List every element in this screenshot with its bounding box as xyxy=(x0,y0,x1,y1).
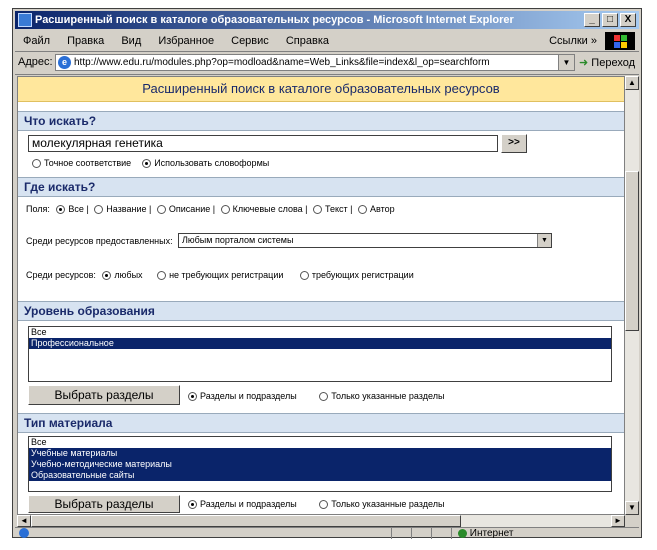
list-item[interactable]: Образовательные сайты xyxy=(29,470,611,481)
search-input-value: молекулярная генетика xyxy=(32,136,163,150)
label-field-title: Название xyxy=(106,204,147,214)
radio-level-only[interactable] xyxy=(319,392,329,402)
scroll-right-icon[interactable]: ► xyxy=(611,515,625,527)
section-where-title: Где искать? xyxy=(18,177,624,197)
section-what-title: Что искать? xyxy=(18,111,624,131)
label-level-subsections: Разделы и подразделы xyxy=(200,391,297,401)
windows-logo-icon xyxy=(605,32,635,50)
label-word-forms: Использовать словоформы xyxy=(154,158,270,168)
links-button[interactable]: Ссылки » xyxy=(549,31,597,51)
horizontal-scrollbar[interactable]: ◄ ► xyxy=(17,515,625,527)
radio-exact-match[interactable] xyxy=(32,159,41,169)
search-submit-button[interactable]: >> xyxy=(501,134,527,153)
address-bar: Адрес: e http://www.edu.ru/modules.php?o… xyxy=(15,52,639,75)
label-material-only: Только указанные разделы xyxy=(331,499,445,509)
section-material-title: Тип материала xyxy=(18,413,624,433)
resources-options: Среди ресурсов: любых не требующих регис… xyxy=(26,270,414,281)
label-resources-no-registration: не требующих регистрации xyxy=(169,270,284,280)
scroll-left-icon[interactable]: ◄ xyxy=(17,515,31,527)
list-item[interactable]: Учебные материалы xyxy=(29,448,611,459)
hscroll-thumb[interactable] xyxy=(31,515,461,527)
fields-options: Поля: Все | Название | Описание | Ключев… xyxy=(26,204,395,215)
radio-resources-registration[interactable] xyxy=(299,271,309,281)
go-button[interactable]: ➜ Переход xyxy=(579,56,635,69)
title-bar: Расширенный поиск в каталоге образовател… xyxy=(15,11,639,29)
scroll-thumb[interactable] xyxy=(625,171,639,331)
close-button[interactable]: X xyxy=(620,13,636,27)
globe-icon xyxy=(458,528,467,538)
scroll-down-icon[interactable]: ▼ xyxy=(625,501,639,515)
radio-material-only[interactable] xyxy=(319,500,329,510)
provider-select-value: Любым порталом системы xyxy=(182,235,294,245)
address-url: http://www.edu.ru/modules.php?op=modload… xyxy=(74,57,490,68)
label-resources-any: любых xyxy=(114,270,143,280)
address-input[interactable]: e http://www.edu.ru/modules.php?op=modlo… xyxy=(55,54,575,71)
label-field-author: Автор xyxy=(370,204,395,214)
radio-field-keywords[interactable] xyxy=(220,205,230,215)
browser-window: Расширенный поиск в каталоге образовател… xyxy=(12,8,642,540)
ie-page-icon xyxy=(18,13,32,27)
radio-material-subsections[interactable] xyxy=(188,500,197,510)
address-dropdown-icon[interactable]: ▼ xyxy=(558,55,574,70)
radio-field-all[interactable] xyxy=(56,205,66,215)
fields-label: Поля: xyxy=(26,204,50,214)
address-label: Адрес: xyxy=(18,56,53,68)
scroll-up-icon[interactable]: ▲ xyxy=(625,76,639,90)
status-zone-label: Интернет xyxy=(469,528,514,539)
match-options: Точное соответствие Использовать словофо… xyxy=(32,158,270,169)
level-scope-options: Разделы и подразделы Только указанные ра… xyxy=(188,391,445,402)
page-status-icon xyxy=(19,528,29,540)
label-level-only: Только указанные разделы xyxy=(331,391,445,401)
status-bar: Интернет xyxy=(15,527,639,540)
radio-resources-no-registration[interactable] xyxy=(157,271,167,281)
section-level-title: Уровень образования xyxy=(18,301,624,321)
menu-view[interactable]: Вид xyxy=(121,35,141,47)
list-item[interactable]: Все xyxy=(29,327,611,338)
ie-icon: e xyxy=(58,56,71,69)
radio-word-forms[interactable] xyxy=(142,159,152,169)
resources-label: Среди ресурсов: xyxy=(26,270,96,280)
menu-file[interactable]: Файл xyxy=(23,35,50,47)
radio-field-text[interactable] xyxy=(313,205,322,215)
label-resources-registration: требующих регистрации xyxy=(311,270,414,280)
label-field-description: Описание xyxy=(168,204,211,214)
menu-edit[interactable]: Правка xyxy=(67,35,104,47)
select-material-sections-button[interactable]: Выбрать разделы xyxy=(28,495,180,513)
minimize-button[interactable]: _ xyxy=(584,13,600,27)
menu-help[interactable]: Справка xyxy=(286,35,329,47)
menu-bar: Файл Правка Вид Избранное Сервис Справка… xyxy=(15,31,639,52)
page-content: Расширенный поиск в каталоге образовател… xyxy=(17,76,625,515)
label-exact-match: Точное соответствие xyxy=(44,158,132,168)
list-item[interactable]: Все xyxy=(29,437,611,448)
select-level-sections-button[interactable]: Выбрать разделы xyxy=(28,385,180,405)
label-material-subsections: Разделы и подразделы xyxy=(200,499,297,509)
maximize-button[interactable]: □ xyxy=(602,13,618,27)
label-field-text: Текст xyxy=(325,204,348,214)
vertical-scrollbar[interactable]: ▲ ▼ xyxy=(625,76,639,515)
menu-tools[interactable]: Сервис xyxy=(231,35,269,47)
radio-field-title[interactable] xyxy=(94,205,104,215)
list-item[interactable]: Профессиональное xyxy=(29,338,611,349)
chevron-down-icon[interactable]: ▼ xyxy=(537,234,551,247)
label-field-all: Все xyxy=(68,204,84,214)
provided-label: Среди ресурсов предоставленных: xyxy=(26,236,173,246)
radio-resources-any[interactable] xyxy=(102,271,112,281)
label-field-keywords: Ключевые слова xyxy=(232,204,303,214)
window-title: Расширенный поиск в каталоге образовател… xyxy=(35,14,514,26)
radio-field-author[interactable] xyxy=(358,205,368,215)
list-item[interactable]: Учебно-методические материалы xyxy=(29,459,611,470)
page-title: Расширенный поиск в каталоге образовател… xyxy=(18,77,624,102)
go-label: Переход xyxy=(591,57,635,69)
radio-level-subsections[interactable] xyxy=(188,392,197,402)
provider-select[interactable]: Любым порталом системы ▼ xyxy=(178,233,552,248)
status-zone: Интернет xyxy=(451,528,622,539)
go-arrow-icon: ➜ xyxy=(579,57,589,69)
material-listbox[interactable]: Все Учебные материалы Учебно-методически… xyxy=(28,436,612,492)
level-listbox[interactable]: Все Профессиональное xyxy=(28,326,612,382)
menu-favorites[interactable]: Избранное xyxy=(158,35,214,47)
material-scope-options: Разделы и подразделы Только указанные ра… xyxy=(188,499,445,510)
radio-field-description[interactable] xyxy=(156,205,166,215)
search-input[interactable]: молекулярная генетика xyxy=(28,135,498,152)
